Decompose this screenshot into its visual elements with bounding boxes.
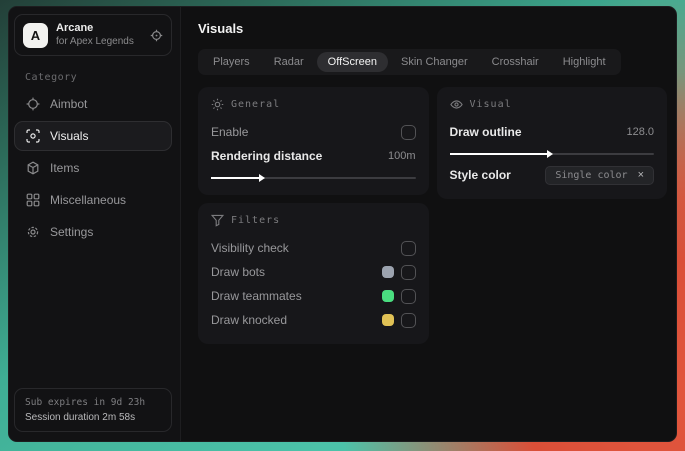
draw-teammates-row: Draw teammates bbox=[211, 285, 416, 307]
grid-icon bbox=[26, 193, 40, 207]
draw-bots-controls bbox=[381, 264, 416, 280]
app-subtitle: for Apex Legends bbox=[56, 35, 134, 47]
style-color-row: Style color Single color × bbox=[449, 164, 654, 186]
tab-radar[interactable]: Radar bbox=[263, 52, 315, 72]
draw-teammates-checkbox[interactable] bbox=[400, 288, 416, 304]
gear-icon bbox=[27, 227, 39, 238]
rendering-distance-value: 100m bbox=[387, 150, 416, 162]
right-column: Visual Draw outline 128.0 Style color Si… bbox=[436, 87, 667, 199]
subscription-card: Sub expires in 9d 23h Session duration 2… bbox=[14, 388, 172, 432]
tab-skin-changer[interactable]: Skin Changer bbox=[390, 52, 479, 72]
sidebar-item-aimbot[interactable]: Aimbot bbox=[14, 89, 172, 119]
sun-icon bbox=[211, 98, 224, 111]
sidebar: A Arcane for Apex Legends Category Aimbo… bbox=[9, 7, 181, 441]
app-title: Arcane bbox=[56, 22, 94, 34]
enable-checkbox[interactable] bbox=[400, 124, 416, 140]
filters-panel-title: Filters bbox=[231, 215, 281, 226]
slider-fill bbox=[211, 174, 266, 182]
draw-bots-checkbox[interactable] bbox=[400, 264, 416, 280]
enable-label: Enable bbox=[211, 125, 249, 139]
visibility-check-row: Visibility check bbox=[211, 237, 416, 259]
visual-panel-title: Visual bbox=[469, 99, 512, 110]
draw-knocked-label: Draw knocked bbox=[211, 313, 288, 327]
funnel-icon bbox=[211, 214, 224, 227]
target-icon[interactable] bbox=[150, 29, 163, 42]
rendering-distance-label: Rendering distance bbox=[211, 149, 323, 163]
left-column: General Enable Rendering distance 100m F… bbox=[198, 87, 429, 344]
draw-knocked-color-swatch[interactable] bbox=[381, 314, 394, 326]
app-logo: A bbox=[23, 22, 48, 48]
sub-expires-text: Sub expires in 9d 23h bbox=[25, 397, 146, 408]
draw-teammates-color-swatch[interactable] bbox=[381, 290, 394, 302]
draw-outline-row: Draw outline 128.0 bbox=[450, 121, 655, 143]
visibility-check-checkbox[interactable] bbox=[400, 240, 416, 256]
general-panel: General Enable Rendering distance 100m bbox=[198, 87, 429, 195]
sidebar-item-settings[interactable]: Settings bbox=[14, 217, 172, 247]
visual-panel: Visual Draw outline 128.0 Style color Si… bbox=[436, 87, 667, 199]
draw-knocked-controls bbox=[381, 312, 416, 328]
slider-fill bbox=[449, 150, 553, 158]
filters-panel-header: Filters bbox=[211, 214, 416, 227]
scan-eye-icon bbox=[26, 129, 40, 143]
filters-panel: Filters Visibility check Draw bots Draw … bbox=[198, 203, 429, 344]
draw-knocked-row: Draw knocked bbox=[211, 309, 416, 331]
style-color-label: Style color bbox=[449, 168, 511, 182]
app-window: A Arcane for Apex Legends Category Aimbo… bbox=[8, 6, 677, 442]
sidebar-item-label: Miscellaneous bbox=[50, 193, 127, 208]
visibility-check-label: Visibility check bbox=[211, 241, 289, 255]
draw-bots-color-swatch[interactable] bbox=[381, 266, 394, 278]
sidebar-nav: Aimbot Visuals Items Miscellaneous Setti… bbox=[9, 89, 180, 247]
draw-knocked-checkbox[interactable] bbox=[400, 312, 416, 328]
sidebar-item-miscellaneous[interactable]: Miscellaneous bbox=[14, 185, 172, 215]
sidebar-item-label: Visuals bbox=[50, 129, 89, 144]
sidebar-item-label: Settings bbox=[50, 225, 94, 240]
eye-icon bbox=[449, 100, 463, 109]
panels-grid: General Enable Rendering distance 100m F… bbox=[198, 87, 667, 344]
sidebar-item-items[interactable]: Items bbox=[14, 153, 172, 183]
rendering-distance-row: Rendering distance 100m bbox=[211, 145, 416, 167]
sidebar-item-label: Items bbox=[50, 161, 80, 176]
draw-bots-label: Draw bots bbox=[211, 265, 266, 279]
rendering-distance-slider[interactable] bbox=[211, 174, 416, 182]
general-panel-title: General bbox=[231, 99, 281, 110]
visual-panel-header: Visual bbox=[449, 98, 655, 111]
draw-outline-value: 128.0 bbox=[626, 126, 654, 138]
page-title: Visuals bbox=[198, 21, 244, 36]
close-icon[interactable]: × bbox=[638, 169, 644, 181]
sidebar-item-visuals[interactable]: Visuals bbox=[14, 121, 172, 152]
category-label: Category bbox=[25, 72, 78, 84]
draw-outline-label: Draw outline bbox=[449, 125, 522, 139]
sidebar-item-label: Aimbot bbox=[50, 97, 88, 112]
brand-card: A Arcane for Apex Legends bbox=[14, 14, 172, 57]
tab-offscreen[interactable]: OffScreen bbox=[316, 52, 388, 72]
draw-outline-slider[interactable] bbox=[449, 150, 654, 158]
style-color-select[interactable]: Single color × bbox=[545, 165, 654, 185]
crosshair-icon bbox=[26, 97, 40, 111]
style-color-value: Single color bbox=[555, 169, 628, 181]
main-content: Visuals Players Radar OffScreen Skin Cha… bbox=[181, 7, 676, 441]
general-panel-header: General bbox=[211, 98, 416, 111]
tab-bar: Players Radar OffScreen Skin Changer Cro… bbox=[198, 49, 621, 75]
brand-text: Arcane for Apex Legends bbox=[56, 22, 142, 48]
tab-highlight[interactable]: Highlight bbox=[552, 52, 617, 72]
tab-players[interactable]: Players bbox=[202, 52, 261, 72]
tab-crosshair[interactable]: Crosshair bbox=[481, 52, 550, 72]
draw-teammates-controls bbox=[381, 288, 416, 304]
draw-teammates-label: Draw teammates bbox=[211, 289, 302, 303]
session-duration-text: Session duration 2m 58s bbox=[25, 412, 136, 423]
cube-icon bbox=[27, 161, 39, 175]
draw-bots-row: Draw bots bbox=[211, 261, 416, 283]
enable-row: Enable bbox=[211, 121, 416, 143]
